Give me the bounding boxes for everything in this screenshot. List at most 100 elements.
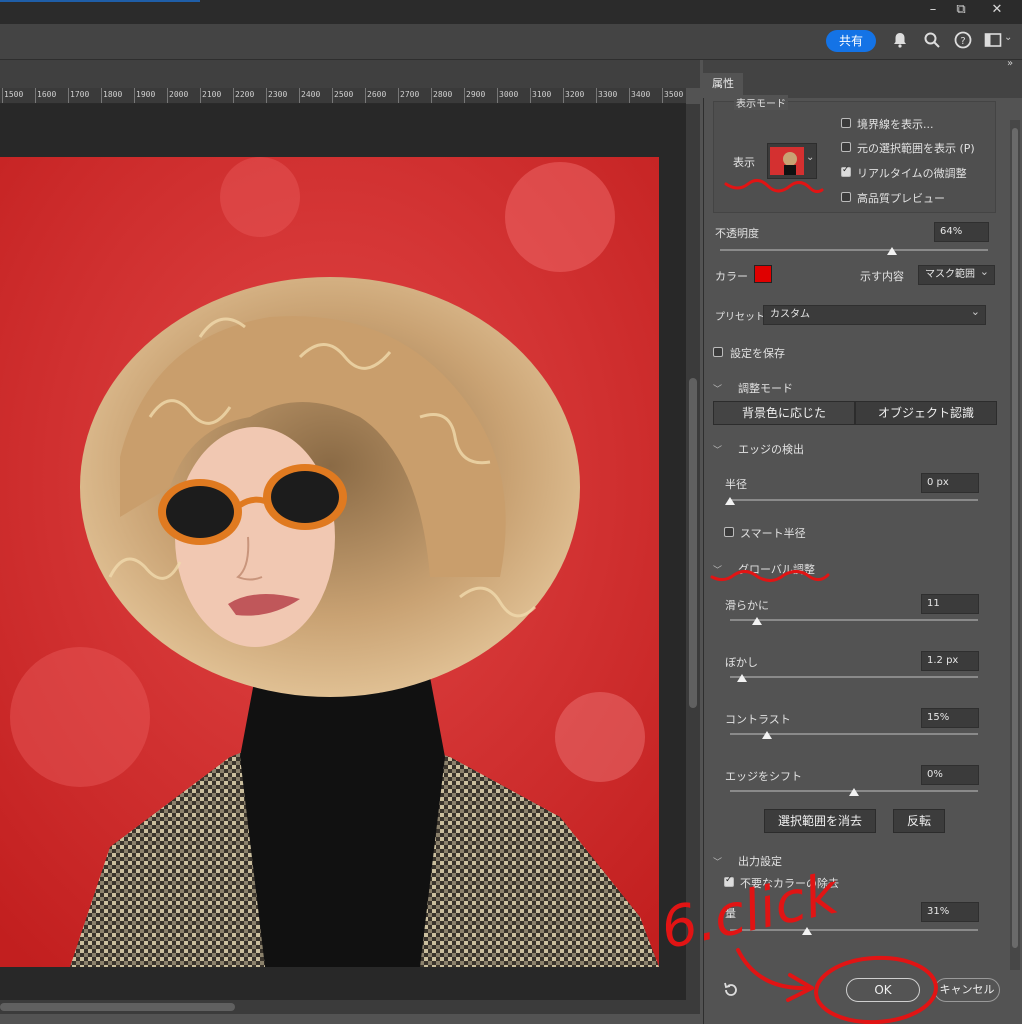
help-icon[interactable]: ? — [953, 30, 973, 50]
radius-input[interactable]: 0 px — [921, 473, 979, 493]
smooth-label: 滑らかに — [725, 599, 769, 612]
hq-preview-checkbox[interactable] — [841, 192, 851, 202]
overlay-color-swatch[interactable] — [754, 265, 772, 283]
realtime-refine-checkbox[interactable] — [841, 165, 851, 177]
horizontal-scroll-thumb[interactable] — [0, 1003, 235, 1011]
panel-scrollbar[interactable] — [1010, 120, 1020, 970]
bell-icon[interactable] — [890, 30, 910, 50]
feather-slider-thumb[interactable] — [737, 674, 748, 682]
contrast-label: コントラスト — [725, 713, 791, 726]
ruler-tick — [596, 88, 597, 103]
horizontal-ruler: 1500 1600 1700 1800 1900 2000 2100 2200 2300 2400… — [0, 88, 686, 104]
ruler-tick-label: 2600 — [367, 90, 387, 99]
cancel-button[interactable]: キャンセル — [934, 978, 1000, 1002]
title-accent — [0, 0, 200, 2]
reset-icon[interactable] — [722, 981, 740, 999]
share-button[interactable]: 共有 — [826, 30, 876, 52]
ruler-tick — [530, 88, 531, 103]
chevron-down-icon[interactable]: ﹀ — [713, 382, 722, 395]
ok-button[interactable]: OK — [846, 978, 920, 1002]
view-thumbnail-dropdown[interactable]: ⌄ — [767, 143, 817, 179]
shift-edge-input[interactable]: 0% — [921, 765, 979, 785]
ruler-tick — [68, 88, 69, 103]
title-bar: – ⧉ ✕ — [0, 0, 1022, 24]
restore-button[interactable]: ⧉ — [946, 0, 976, 20]
panel-tab-bar: 属性 » — [703, 58, 1022, 98]
show-original-checkbox[interactable] — [841, 142, 851, 152]
show-edges-checkbox[interactable] — [841, 118, 851, 128]
ruler-tick-label: 3200 — [565, 90, 585, 99]
smooth-slider-track[interactable] — [730, 619, 978, 621]
close-button[interactable]: ✕ — [982, 0, 1012, 20]
object-aware-button[interactable]: オブジェクト認識 — [855, 401, 997, 425]
ruler-tick-label: 2100 — [202, 90, 222, 99]
feather-input[interactable]: 1.2 px — [921, 651, 979, 671]
ruler-tick — [497, 88, 498, 103]
indicates-label: 示す内容 — [860, 270, 904, 283]
decontaminate-checkbox[interactable] — [724, 875, 734, 887]
workspace-icon[interactable] — [983, 30, 1003, 50]
chevron-down-icon[interactable]: ⌄ — [1004, 32, 1012, 43]
global-refinements-title: グローバル調整 — [738, 563, 815, 576]
ruler-tick-label: 2900 — [466, 90, 486, 99]
show-edges-label: 境界線を表示... — [857, 118, 934, 131]
refine-mode-title: 調整モード — [738, 382, 793, 395]
amount-input[interactable]: 31% — [921, 902, 979, 922]
opacity-slider-thumb[interactable] — [886, 247, 897, 255]
feather-slider-track[interactable] — [730, 676, 978, 678]
canvas-horizontal-scrollbar[interactable] — [0, 1000, 700, 1014]
panel-scroll-thumb[interactable] — [1012, 128, 1018, 948]
invert-button[interactable]: 反転 — [893, 809, 945, 833]
ruler-tick — [431, 88, 432, 103]
search-icon[interactable] — [922, 30, 942, 50]
color-aware-button[interactable]: 背景色に応じた — [713, 401, 855, 425]
indicates-select[interactable]: マスク範囲 — [918, 263, 995, 285]
radius-slider-thumb[interactable] — [725, 497, 735, 505]
opacity-input[interactable]: 64% — [934, 222, 989, 242]
ruler-tick-label: 1600 — [37, 90, 57, 99]
vertical-scroll-thumb[interactable] — [689, 378, 697, 708]
ruler-tick — [167, 88, 168, 103]
view-thumbnail-image — [770, 147, 804, 175]
output-settings-title: 出力設定 — [738, 855, 782, 868]
view-mode-title: 表示モード — [734, 95, 788, 110]
smooth-input[interactable]: 11 — [921, 594, 979, 614]
chevron-down-icon: ⌄ — [806, 152, 815, 163]
document-tab-strip — [0, 60, 700, 88]
save-settings-checkbox[interactable] — [713, 347, 723, 357]
view-mode-group — [713, 101, 996, 213]
ruler-tick-label: 1800 — [103, 90, 123, 99]
clear-selection-button[interactable]: 選択範囲を消去 — [764, 809, 876, 833]
ruler-tick — [134, 88, 135, 103]
hq-preview-label: 高品質プレビュー — [857, 192, 945, 205]
smooth-slider-thumb[interactable] — [752, 617, 763, 625]
document-image[interactable] — [0, 157, 659, 967]
chevron-down-icon[interactable]: ﹀ — [713, 855, 722, 868]
save-settings-label: 設定を保存 — [730, 347, 785, 360]
show-original-label: 元の選択範囲を表示 (P) — [857, 142, 975, 155]
radius-slider-track[interactable] — [730, 499, 978, 501]
opacity-slider-track[interactable] — [720, 249, 988, 251]
feather-label: ぼかし — [725, 656, 758, 669]
realtime-refine-label: リアルタイムの微調整 — [857, 167, 967, 180]
panel-collapse-icon[interactable]: » — [1007, 58, 1013, 69]
ruler-tick — [35, 88, 36, 103]
ruler-tick-label: 2500 — [334, 90, 354, 99]
decontaminate-label: 不要なカラーの除去 — [740, 877, 839, 890]
chevron-down-icon[interactable]: ﹀ — [713, 563, 722, 576]
amount-slider-track[interactable] — [730, 929, 978, 931]
smart-radius-checkbox[interactable] — [724, 527, 734, 537]
chevron-down-icon[interactable]: ﹀ — [713, 443, 722, 456]
contrast-slider-thumb[interactable] — [762, 731, 773, 739]
shift-edge-slider-thumb[interactable] — [849, 788, 859, 796]
minimize-button[interactable]: – — [918, 0, 948, 20]
ruler-tick-label: 2800 — [433, 90, 453, 99]
opacity-label: 不透明度 — [715, 227, 759, 240]
ruler-tick-label: 3000 — [499, 90, 519, 99]
amount-slider-thumb[interactable] — [801, 927, 812, 935]
canvas-vertical-scrollbar[interactable] — [686, 104, 700, 1000]
preset-select[interactable]: カスタム — [763, 303, 986, 325]
contrast-input[interactable]: 15% — [921, 708, 979, 728]
ruler-tick-label: 2000 — [169, 90, 189, 99]
color-label: カラー — [715, 270, 748, 283]
